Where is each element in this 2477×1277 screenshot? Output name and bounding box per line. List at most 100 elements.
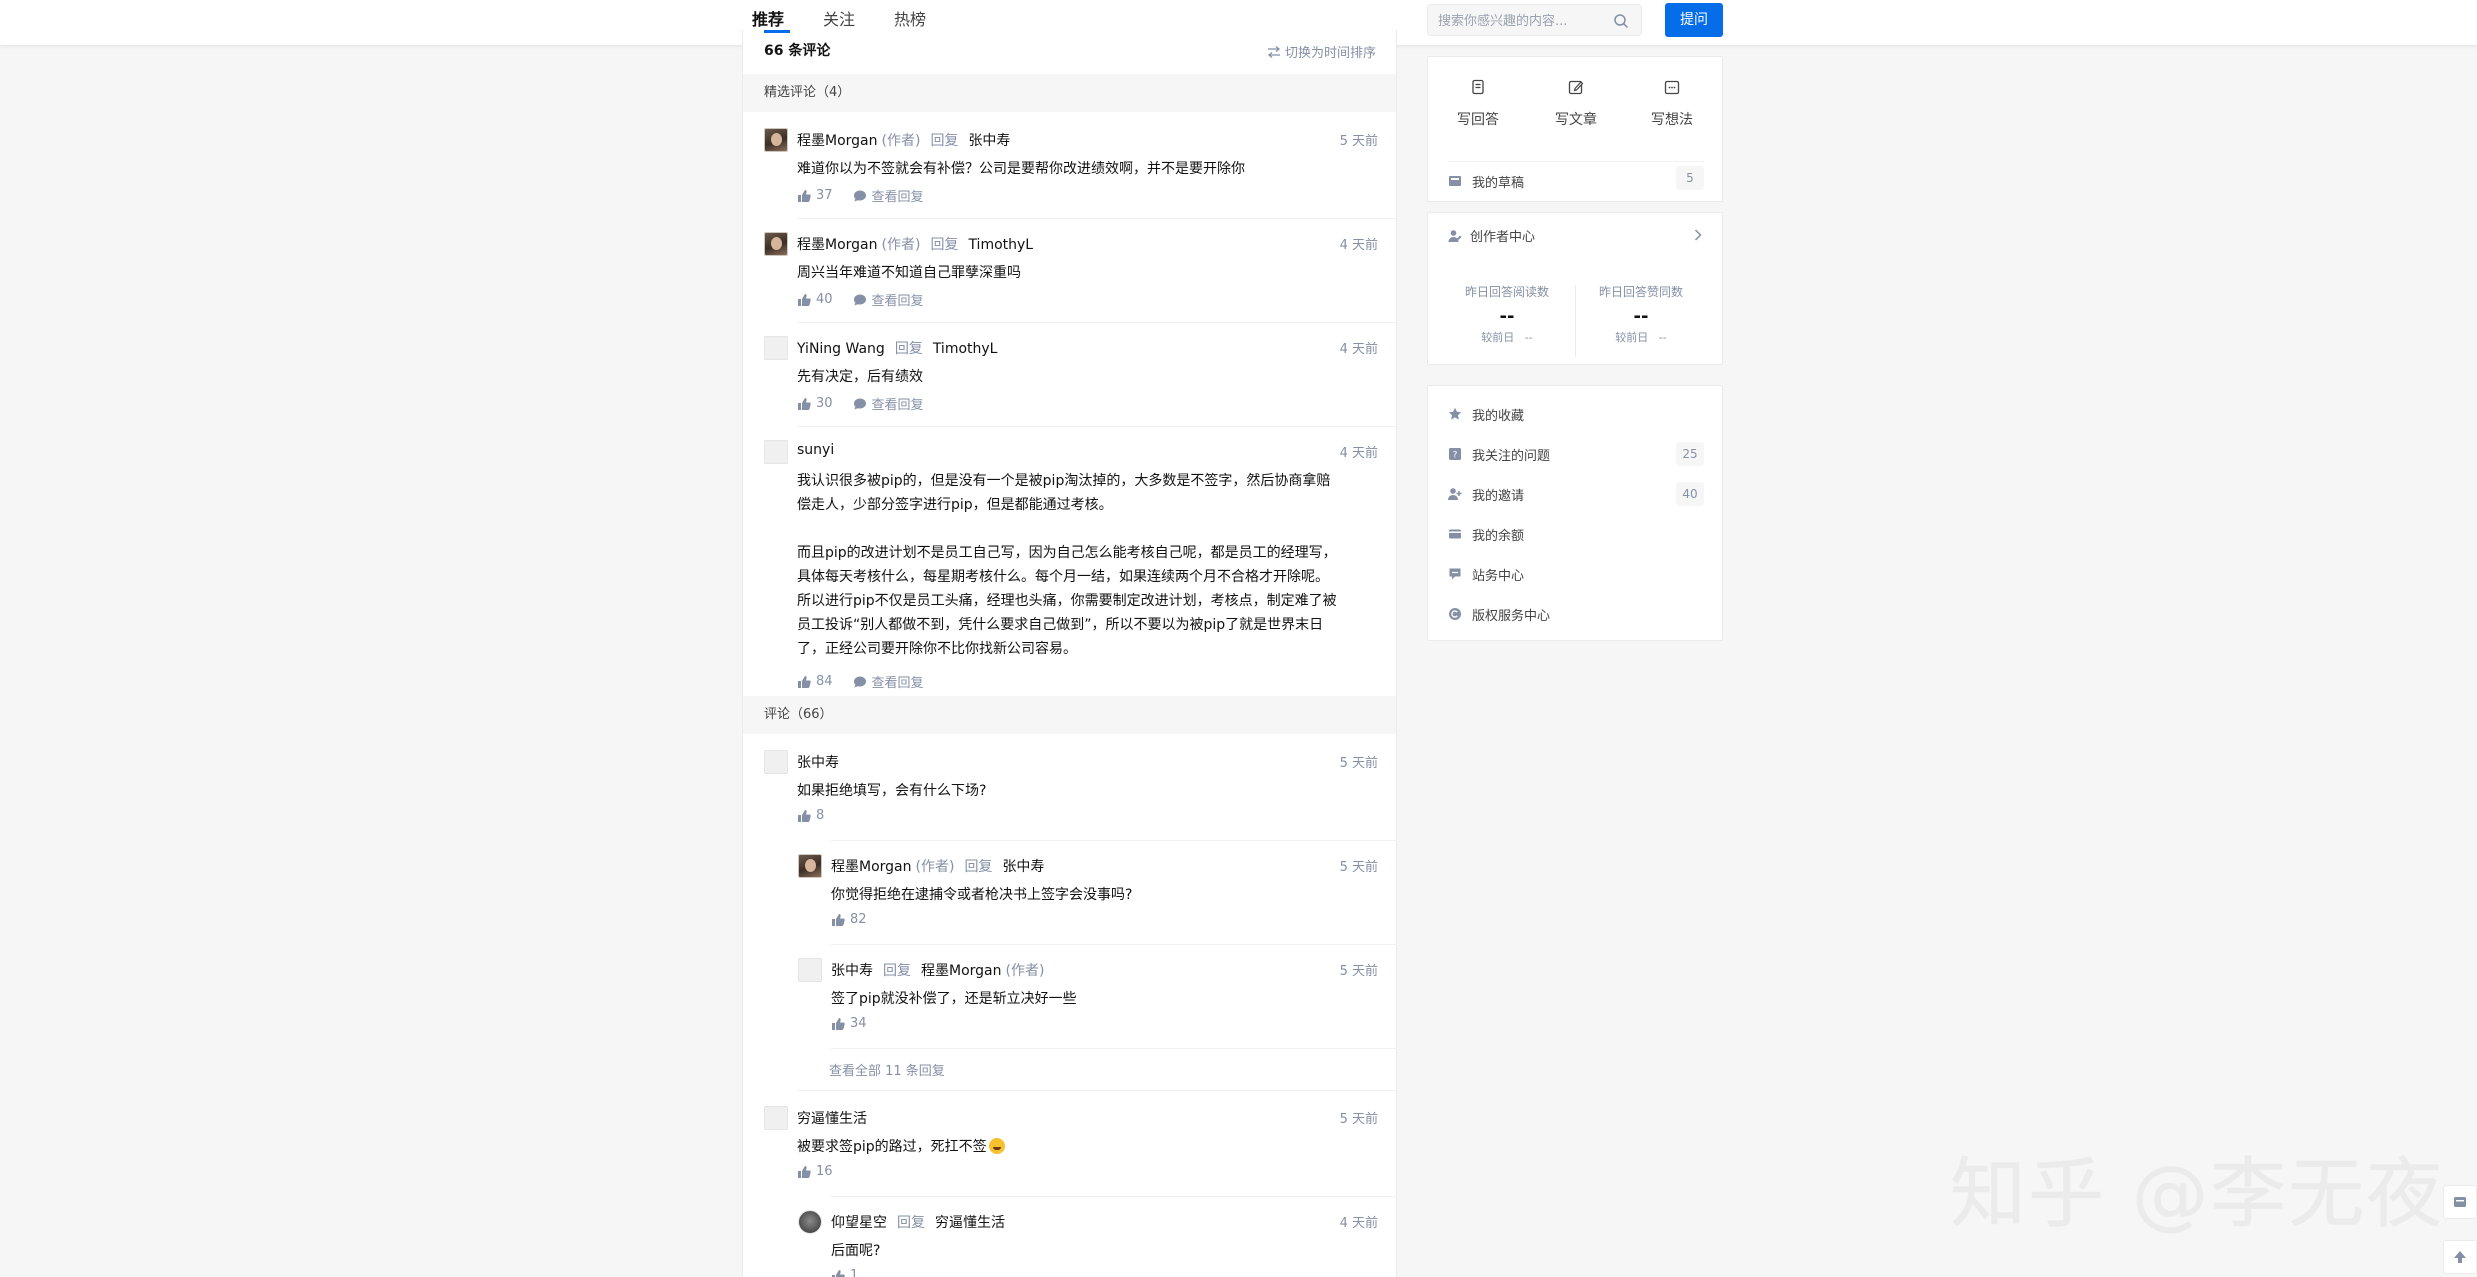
back-to-top-button[interactable] [2443,1240,2477,1274]
reply-target[interactable]: TimothyL [933,341,998,357]
like-button[interactable]: 1 [831,1268,858,1277]
divider [797,322,1397,323]
avatar[interactable] [764,128,788,152]
write-answer-button[interactable]: 写回答 [1433,79,1523,129]
wallet-icon [1449,529,1461,539]
author-name[interactable]: 张中寿 [797,755,839,771]
comment-actions: 82 [831,912,867,927]
author-name[interactable]: 仰望星空 [831,1215,887,1231]
like-count: 8 [816,808,825,823]
comment-meta: 张中寿 回复 程墨Morgan (作者) [831,960,1044,980]
site-service-link[interactable]: 站务中心 [1448,559,1704,589]
reply-target[interactable]: 穷逼懂生活 [935,1215,1005,1231]
author-name[interactable]: 程墨Morgan [797,133,878,149]
view-replies-label: 查看回复 [871,294,924,309]
comment-content: 我认识很多被pip的，但是没有一个是被pip淘汰掉的，大多数是不签字，然后协商拿… [797,469,1377,661]
author-name[interactable]: 程墨Morgan [831,859,912,875]
invitations-link[interactable]: 我的邀请 40 [1448,479,1704,509]
arrow-up-icon [2454,1251,2466,1263]
comment-content: 难道你以为不签就会有补偿？公司是要帮你改进绩效啊，并不是要开除你 [797,161,1245,177]
view-replies-label: 查看回复 [871,398,924,413]
copyright-center-link[interactable]: 版权服务中心 [1448,599,1704,629]
stat-compare-label: 较前日 [1615,331,1649,344]
avatar[interactable] [764,440,788,464]
reply-target[interactable]: 张中寿 [968,133,1010,149]
search-box[interactable] [1427,4,1642,36]
drafts-row[interactable]: 我的草稿 5 [1448,161,1704,191]
invitations-count: 40 [1676,482,1704,506]
comment-time: 4 天前 [1339,238,1378,253]
feedback-button[interactable] [2443,1185,2477,1219]
comment-time: 5 天前 [1339,1112,1378,1127]
reply-target[interactable]: TimothyL [968,237,1033,253]
stat-compare-label: 较前日 [1481,331,1515,344]
view-replies-button[interactable]: 查看回复 [853,290,924,309]
thumb-up-icon [798,1165,811,1178]
question-icon: ? [1449,448,1461,461]
view-replies-button[interactable]: 查看回复 [853,186,924,205]
creator-center-card: 创作者中心 昨日回答阅读数 -- 较前日 -- 昨日回答赞同数 -- 较前日 -… [1427,212,1723,365]
write-article-button[interactable]: 写文章 [1531,79,1621,129]
site-service-label: 站务中心 [1472,568,1525,584]
write-idea-button[interactable]: 写想法 [1627,79,1717,129]
comment-meta: sunyi [797,442,834,458]
followed-questions-link[interactable]: ? 我关注的问题 25 [1448,439,1704,469]
like-button[interactable]: 84 [797,674,833,689]
stat-compare: 较前日 -- [1442,329,1572,345]
author-name[interactable]: 穷逼懂生活 [797,1111,867,1127]
search-input[interactable] [1438,11,1608,31]
like-button[interactable]: 16 [797,1164,833,1179]
balance-link[interactable]: 我的余额 [1448,519,1704,549]
answer-reads-stat: 昨日回答阅读数 -- 较前日 -- [1442,283,1572,345]
avatar[interactable] [798,958,822,982]
avatar[interactable] [764,750,788,774]
reply-target[interactable]: 张中寿 [1002,859,1044,875]
ask-button[interactable]: 提问 [1665,3,1723,37]
creator-center-link[interactable]: 创作者中心 [1448,226,1535,245]
comment-count: 66 条评论 [764,43,831,59]
like-button[interactable]: 82 [831,912,867,927]
author-name[interactable]: sunyi [797,442,834,458]
reply-target[interactable]: 程墨Morgan [921,963,1002,979]
followed-questions-label: 我关注的问题 [1472,448,1551,464]
like-button[interactable]: 37 [797,188,833,203]
avatar[interactable] [764,336,788,360]
author-name[interactable]: 张中寿 [831,963,873,979]
chevron-right-icon[interactable] [1694,229,1702,241]
like-count: 16 [816,1164,833,1179]
all-comments-section-label: 评论（66） [743,696,1396,734]
comment-item: 张中寿 5 天前 如果拒绝填写，会有什么下场? 8 [764,750,1378,830]
view-replies-button[interactable]: 查看回复 [853,672,924,691]
search-icon[interactable] [1613,13,1629,33]
feedback-icon [2454,1197,2466,1207]
author-name[interactable]: YiNing Wang [797,341,885,357]
comment-meta: 程墨Morgan (作者) 回复 张中寿 [831,856,1044,876]
like-button[interactable]: 30 [797,396,833,411]
drafts-link[interactable]: 我的草稿 [1448,166,1704,196]
view-replies-button[interactable]: 查看回复 [853,394,924,413]
avatar[interactable] [798,854,822,878]
like-button[interactable]: 34 [831,1016,867,1031]
stat-compare-delta: -- [1524,331,1533,344]
sort-toggle[interactable]: 切换为时间排序 [1267,42,1376,61]
avatar[interactable] [764,1106,788,1130]
thumb-up-icon [832,1017,845,1030]
like-button[interactable]: 40 [797,292,833,307]
copyright-center-label: 版权服务中心 [1472,608,1551,624]
answer-votes-stat: 昨日回答赞同数 -- 较前日 -- [1576,283,1706,345]
content-line: 偿走人，少部分签字进行pip，但是都能通过考核。 [797,497,1113,513]
favorites-link[interactable]: 我的收藏 [1448,399,1704,429]
avatar[interactable] [798,1210,822,1234]
divider [797,426,1397,427]
view-all-replies-link[interactable]: 查看全部 11 条回复 [829,1060,945,1079]
write-idea-label: 写想法 [1651,112,1693,128]
like-button[interactable]: 8 [797,808,824,823]
author-tag: (作者) [1005,963,1045,979]
comments-header: 66 条评论 切换为时间排序 [743,30,1396,74]
avatar[interactable] [764,232,788,256]
creator-icon [1448,229,1462,242]
content-line: 我认识很多被pip的，但是没有一个是被pip淘汰掉的，大多数是不签字，然后协商拿… [797,473,1331,489]
author-name[interactable]: 程墨Morgan [797,237,878,253]
comment-content: 如果拒绝填写，会有什么下场? [797,783,987,799]
idea-icon [1664,80,1680,95]
